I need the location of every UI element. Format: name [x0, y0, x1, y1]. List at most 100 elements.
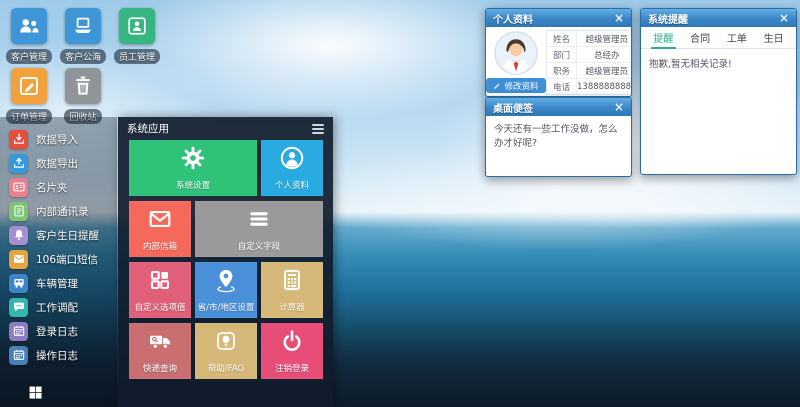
gear-icon	[180, 145, 206, 179]
app-tile[interactable]: 快递查询	[129, 323, 191, 379]
users-icon	[11, 8, 47, 44]
profile-field-value: 13888888888	[577, 79, 632, 94]
close-icon[interactable]: ×	[779, 12, 789, 24]
app-tile[interactable]: 帮助/FAQ	[195, 323, 257, 379]
profile-field-label: 部门	[547, 47, 577, 62]
profile-avatar-column: 修改资料	[486, 27, 546, 97]
sidebar-item-label: 客户生日提醒	[36, 228, 99, 243]
profile-window: 个人资料 × 修改资料 姓名超级管理员部门总经办职务超级管理员电话1388888…	[485, 8, 632, 97]
app-tile-label: 个人资料	[275, 179, 309, 191]
close-icon[interactable]: ×	[614, 12, 624, 24]
profile-field-value: 超级管理员	[577, 31, 632, 46]
desktop-icon-label: 客户管理	[6, 49, 52, 64]
desktop-icon[interactable]: 客户管理	[2, 8, 56, 64]
profile-body: 修改资料 姓名超级管理员部门总经办职务超级管理员电话13888888888	[486, 27, 631, 97]
sidebar-item-label: 操作日志	[36, 348, 78, 363]
app-tile[interactable]: 注销登录	[261, 323, 323, 379]
sidebar-item-label: 内部通讯录	[36, 204, 89, 219]
app-tile-label: 内部信箱	[143, 240, 177, 252]
app-tile[interactable]: 自定义选项值	[129, 262, 191, 318]
sidebar-item[interactable]: 车辆管理	[0, 271, 117, 295]
reminder-tab[interactable]: 合同	[682, 27, 719, 48]
sidebar-item[interactable]: 名片夹	[0, 175, 117, 199]
announcement-icon	[65, 8, 101, 44]
profile-field-row: 职务超级管理员	[547, 63, 632, 79]
car-icon	[9, 274, 28, 293]
sidebar-item[interactable]: 工作调配	[0, 295, 117, 319]
card-icon	[9, 178, 28, 197]
calculator-icon	[279, 267, 305, 301]
sidebar-item-label: 车辆管理	[36, 276, 78, 291]
system-apps-panel: 系统应用 系统设置 个人资料内部信箱 自定义字段自定义选项值省/市/地区设置 计算器快…	[118, 117, 333, 407]
export-icon	[9, 154, 28, 173]
reminder-tab[interactable]: 工单	[719, 27, 756, 48]
profile-window-title: 个人资料	[493, 11, 533, 26]
app-tile[interactable]: 自定义字段	[195, 201, 323, 257]
app-tile-label: 自定义字段	[238, 240, 281, 252]
system-apps-header: 系统应用	[118, 117, 333, 140]
app-tile-label: 帮助/FAQ	[208, 362, 244, 374]
notes-titlebar[interactable]: 桌面便签 ×	[486, 98, 631, 116]
reminders-titlebar[interactable]: 系统提醒 ×	[641, 9, 796, 27]
employee-icon	[119, 8, 155, 44]
desktop-shortcuts: 客户管理客户公海员工管理订单管理回收站	[2, 8, 170, 128]
grid-icon	[147, 267, 173, 301]
profile-titlebar[interactable]: 个人资料 ×	[486, 9, 631, 27]
recycle-icon	[65, 68, 101, 104]
close-icon[interactable]: ×	[614, 101, 624, 113]
app-tile-label: 系统设置	[176, 179, 210, 191]
profile-field-row: 姓名超级管理员	[547, 31, 632, 47]
sidebar-item[interactable]: 登录日志	[0, 319, 117, 343]
profile-field-label: 职务	[547, 63, 577, 78]
envelope-icon	[147, 206, 173, 240]
chat-icon	[9, 298, 28, 317]
bell-icon	[9, 226, 28, 245]
sidebar-item[interactable]: 客户生日提醒	[0, 223, 117, 247]
import-icon	[9, 130, 28, 149]
windows-logo-icon	[28, 385, 43, 400]
sidebar-item-label: 106端口短信	[36, 252, 98, 267]
sidebar-item[interactable]: 操作日志	[0, 343, 117, 367]
orders-icon	[11, 68, 47, 104]
power-icon	[279, 328, 305, 362]
app-tile-label: 省/市/地区设置	[198, 301, 255, 313]
sidebar-item-label: 登录日志	[36, 324, 78, 339]
profile-fields-table: 姓名超级管理员部门总经办职务超级管理员电话13888888888	[546, 30, 632, 95]
sidebar-item[interactable]: 数据导出	[0, 151, 117, 175]
notes-window-title: 桌面便签	[493, 100, 533, 115]
app-tile[interactable]: 计算器	[261, 262, 323, 318]
sidebar-item[interactable]: 内部通讯录	[0, 199, 117, 223]
app-tile[interactable]: 省/市/地区设置	[195, 262, 257, 318]
desktop-icon[interactable]: 回收站	[56, 68, 110, 124]
reminder-tab[interactable]: 生日	[755, 27, 792, 48]
sidebar-item[interactable]: 数据导入	[0, 127, 117, 151]
app-tiles-grid: 系统设置 个人资料内部信箱 自定义字段自定义选项值省/市/地区设置 计算器快递查询帮助…	[118, 140, 333, 379]
app-tile-label: 计算器	[279, 301, 305, 313]
notes-window: 桌面便签 × 今天还有一些工作没做，怎么办才好呢?	[485, 97, 632, 177]
app-tile[interactable]: 内部信箱	[129, 201, 191, 257]
hamburger-menu-icon[interactable]	[312, 124, 324, 134]
app-tile[interactable]: 系统设置	[129, 140, 257, 196]
edit-profile-button[interactable]: 修改资料	[486, 78, 546, 93]
edit-profile-label: 修改资料	[504, 80, 538, 92]
desktop-icon[interactable]: 客户公海	[56, 8, 110, 64]
pencil-icon	[493, 82, 501, 90]
desktop-icon-label: 员工管理	[114, 49, 160, 64]
reminder-empty-text: 抱歉,暂无相关记录!	[641, 49, 796, 77]
calendar-icon	[9, 322, 28, 341]
contacts-icon	[9, 202, 28, 221]
profile-field-value: 总经办	[577, 47, 632, 62]
desktop-icon[interactable]: 员工管理	[110, 8, 164, 64]
sidebar-menu: 数据导入数据导出名片夹内部通讯录客户生日提醒 106端口短信车辆管理工作调配登录日…	[0, 117, 117, 407]
user-icon	[279, 145, 305, 179]
sidebar-item[interactable]: 106端口短信	[0, 247, 117, 271]
app-tile[interactable]: 个人资料	[261, 140, 323, 196]
notes-content: 今天还有一些工作没做，怎么办才好呢?	[486, 116, 631, 159]
windows-start-button[interactable]	[28, 385, 43, 400]
desktop-icon[interactable]: 订单管理	[2, 68, 56, 124]
reminder-tab[interactable]: 提醒	[645, 27, 682, 48]
avatar	[494, 31, 538, 75]
profile-field-value: 超级管理员	[577, 63, 632, 78]
profile-field-row: 电话13888888888	[547, 79, 632, 94]
calendar-icon	[9, 346, 28, 365]
